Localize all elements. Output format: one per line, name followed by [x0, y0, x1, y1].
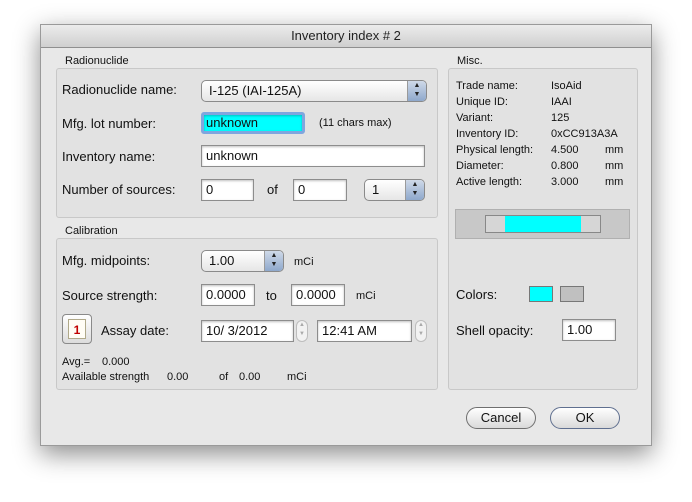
cancel-button[interactable]: Cancel [466, 407, 536, 429]
radionuclide-name-label: Radionuclide name: [62, 82, 177, 97]
popup-arrows-icon: ▲ ▼ [264, 251, 283, 271]
source-count-popup[interactable]: 1 ▲ ▼ [364, 179, 425, 201]
secondary-color-swatch[interactable] [560, 286, 584, 302]
colors-label: Colors: [456, 287, 498, 302]
assay-date-field[interactable]: 10/ 3/2012 [201, 320, 294, 342]
misc-value-physical-length: 4.500 [551, 144, 579, 156]
available-of-label: of [219, 371, 229, 383]
misc-label-inventory-id: Inventory ID: [456, 128, 519, 140]
misc-value-diameter: 0.800 [551, 160, 579, 172]
primary-color-swatch[interactable] [529, 286, 553, 302]
misc-unit-diameter: mm [605, 160, 624, 172]
misc-value-unique-id: IAAI [551, 96, 572, 108]
misc-label-variant: Variant: [456, 112, 494, 124]
calibration-group-title: Calibration [65, 225, 118, 237]
radionuclide-name-popup[interactable]: I-125 (IAI-125A) ▲ ▼ [201, 80, 427, 102]
midpoints-unit: mCi [294, 256, 314, 268]
shell-opacity-field[interactable]: 1.00 [562, 319, 616, 341]
strength-to-field[interactable]: 0.0000 [291, 284, 345, 306]
misc-label-unique-id: Unique ID: [456, 96, 508, 108]
misc-value-variant: 125 [551, 112, 570, 124]
ok-button[interactable]: OK [550, 407, 620, 429]
to-label: to [266, 288, 277, 303]
misc-label-physical-length: Physical length: [456, 144, 534, 156]
time-stepper[interactable]: ▲ ▼ [415, 320, 427, 342]
misc-group-title: Misc. [457, 55, 483, 67]
avg-value: 0.000 [102, 356, 130, 368]
misc-label-trade-name: Trade name: [456, 80, 518, 92]
available-unit: mCi [287, 371, 307, 383]
source-strength-label: Source strength: [62, 288, 158, 303]
source-active-core-shape [505, 216, 581, 232]
window-title: Inventory index # 2 [41, 25, 651, 48]
num-sources-field[interactable]: 0 [201, 179, 254, 201]
popup-arrows-icon: ▲ ▼ [407, 81, 426, 101]
inventory-dialog: Inventory index # 2 Radionuclide Radionu… [40, 24, 652, 446]
source-count-value: 1 [372, 182, 380, 197]
misc-value-inventory-id: 0xCC913A3A [551, 128, 618, 140]
lot-number-hint: (11 chars max) [319, 117, 392, 129]
radionuclide-name-value: I-125 (IAI-125A) [209, 83, 302, 98]
available-strength-value: 0.00 [167, 371, 189, 383]
misc-unit-active-length: mm [605, 176, 624, 188]
misc-label-diameter: Diameter: [456, 160, 504, 172]
radionuclide-group-title: Radionuclide [65, 55, 129, 67]
available-strength-label: Available strength [62, 371, 150, 383]
midpoints-value: 1.00 [209, 253, 235, 268]
total-sources-field[interactable]: 0 [293, 179, 347, 201]
misc-value-active-length: 3.000 [551, 176, 579, 188]
of-label: of [267, 182, 278, 197]
date-stepper[interactable]: ▲ ▼ [296, 320, 308, 342]
assay-date-label: Assay date: [101, 323, 169, 338]
assay-time-field[interactable]: 12:41 AM [317, 320, 412, 342]
inventory-name-field[interactable]: unknown [201, 145, 425, 167]
strength-unit: mCi [356, 290, 376, 302]
inventory-name-label: Inventory name: [62, 149, 156, 164]
source-preview [455, 209, 630, 239]
avg-label: Avg.= [62, 356, 91, 368]
lot-number-field[interactable]: unknown [201, 112, 305, 134]
calendar-icon: 1 [68, 319, 86, 339]
strength-from-field[interactable]: 0.0000 [201, 284, 255, 306]
shell-opacity-label: Shell opacity: [456, 323, 534, 338]
misc-label-active-length: Active length: [456, 176, 523, 188]
available-total-value: 0.00 [239, 371, 261, 383]
popup-arrows-icon: ▲ ▼ [405, 180, 424, 200]
num-sources-label: Number of sources: [62, 182, 176, 197]
midpoints-popup[interactable]: 1.00 ▲ ▼ [201, 250, 284, 272]
misc-value-trade-name: IsoAid [551, 80, 582, 92]
misc-unit-physical-length: mm [605, 144, 624, 156]
midpoints-label: Mfg. midpoints: [62, 253, 151, 268]
source-shell-shape [485, 215, 601, 233]
calendar-button[interactable]: 1 [62, 314, 92, 344]
lot-number-label: Mfg. lot number: [62, 116, 156, 131]
